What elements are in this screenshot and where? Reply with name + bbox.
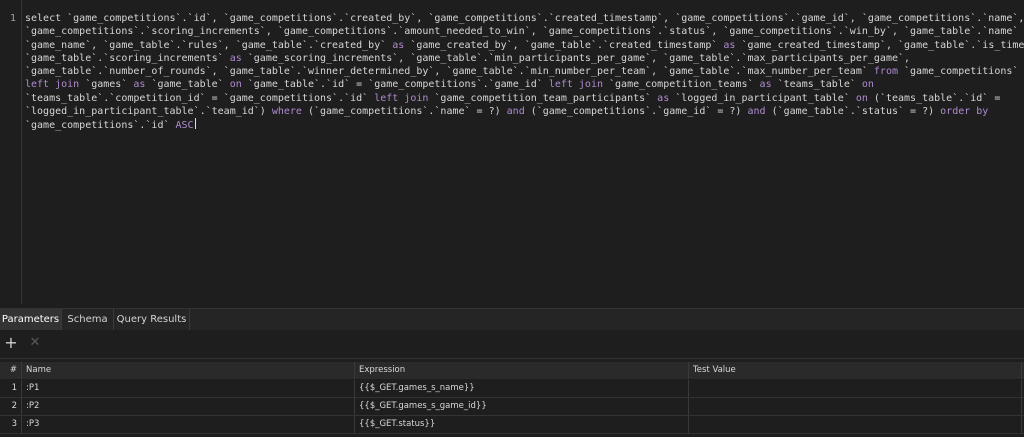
plus-icon: + <box>4 333 18 352</box>
header-num: # <box>0 362 22 379</box>
param-name-cell[interactable]: :P3 <box>22 416 355 433</box>
sql-text: `game_table`.`scoring_increments` <box>25 52 230 64</box>
table-row[interactable]: 2 :P2 {{$_GET.games_s_game_id}} <box>0 398 1024 416</box>
header-expression[interactable]: Expression <box>355 362 689 379</box>
sql-text: (`game_table`.`status` = ?) <box>765 106 941 118</box>
tab-schema[interactable]: Schema <box>62 309 114 330</box>
sql-keyword: on <box>229 79 242 91</box>
sql-keyword: and <box>506 106 525 118</box>
sql-keyword: where <box>271 106 302 118</box>
sql-text: `logged_in_participant_table` <box>669 92 856 104</box>
tab-parameters[interactable]: Parameters <box>0 309 62 330</box>
sql-text: `game_competition_team_participants` <box>428 92 658 104</box>
parameters-toolbar: + ✕ <box>0 330 1024 359</box>
sql-text: `game_name`, `game_table`.`rules`, `game… <box>25 39 393 51</box>
remove-parameter-button[interactable]: ✕ <box>26 334 44 352</box>
sql-keyword: on <box>861 79 874 91</box>
sql-keyword: left join <box>374 92 429 104</box>
sql-text: `game_created_by`, `game_table`.`created… <box>404 39 724 51</box>
sql-text: (`game_competitions`.`game_id` = ?) <box>524 106 748 118</box>
sql-text: `logged_in_participant_table`.`team_id`) <box>25 106 272 118</box>
code-line[interactable]: `game_competitions`.`id` ASC <box>25 118 1015 131</box>
sql-keyword: as <box>723 39 736 51</box>
sql-text: `game_competition_teams` <box>603 79 760 91</box>
sql-text: `game_table` <box>145 79 230 91</box>
sql-text: `game_table`.`id` = `game_competitions`.… <box>241 79 549 91</box>
sql-editor[interactable]: 1 select `game_competitions`.`id`, `game… <box>0 0 1024 304</box>
param-test-value-cell[interactable] <box>689 416 1022 433</box>
sql-text: select `game_competitions`.`id`, `game_c… <box>25 13 1024 24</box>
sql-code[interactable]: select `game_competitions`.`id`, `game_c… <box>25 12 1024 132</box>
table-row[interactable]: 1 :P1 {{$_GET.games_s_name}} <box>0 380 1024 398</box>
code-line[interactable]: `game_table`.`number_of_rounds`, `game_t… <box>25 65 1019 78</box>
sql-text: `game_table`.`number_of_rounds`, `game_t… <box>25 66 874 78</box>
header-test-value[interactable]: Test Value <box>689 362 1022 379</box>
sql-keyword: left join <box>25 79 80 91</box>
sql-text: `games` <box>79 79 134 91</box>
sql-keyword: as <box>229 52 242 64</box>
param-name-cell[interactable]: :P2 <box>22 398 355 415</box>
sql-keyword: as <box>133 79 146 91</box>
panel-tabs: Parameters Schema Query Results <box>0 308 1024 331</box>
code-line[interactable]: `teams_table`.`competition_id` = `game_c… <box>25 92 1015 105</box>
add-parameter-button[interactable]: + <box>2 334 20 352</box>
text-cursor <box>194 118 196 130</box>
table-header-row: # Name Expression Test Value <box>0 362 1024 379</box>
sql-text: `game_competitions` <box>898 66 1019 78</box>
close-icon: ✕ <box>29 335 41 350</box>
code-line[interactable]: `game_competitions`.`scoring_increments`… <box>25 25 1018 38</box>
sql-text: `game_competitions`.`scoring_increments`… <box>25 26 1024 38</box>
param-expression-cell[interactable]: {{$_GET.games_s_game_id}} <box>355 398 689 415</box>
sql-keyword: from <box>873 66 898 78</box>
row-num: 2 <box>0 398 22 415</box>
param-test-value-cell[interactable] <box>689 380 1022 397</box>
tab-query-results[interactable]: Query Results <box>114 309 190 330</box>
sql-keyword: order by <box>940 106 989 118</box>
row-num: 3 <box>0 416 22 433</box>
row-num: 1 <box>0 380 22 397</box>
table-row[interactable]: 3 :P3 {{$_GET.status}} <box>0 416 1024 434</box>
sql-keyword: left join <box>548 79 603 91</box>
sql-keyword: as <box>657 92 670 104</box>
sql-text: `game_competitions`.`id` <box>25 120 176 132</box>
sql-text: (`teams_table`.`id` = <box>867 92 1001 104</box>
sql-keyword: as <box>759 79 772 91</box>
sql-text: `teams_table` <box>771 79 862 91</box>
sql-keyword: as <box>392 39 405 51</box>
sql-keyword: ASC <box>175 120 194 132</box>
param-test-value-cell[interactable] <box>689 398 1022 415</box>
line-gutter: 1 <box>0 0 22 304</box>
sql-keyword: and <box>747 106 766 118</box>
param-name-cell[interactable]: :P1 <box>22 380 355 397</box>
code-line[interactable]: `logged_in_participant_table`.`team_id`)… <box>25 105 1015 118</box>
code-line[interactable]: select `game_competitions`.`id`, `game_c… <box>25 12 1024 25</box>
sql-text: `game_scoring_increments`, `game_table`.… <box>241 52 911 64</box>
code-line[interactable]: `game_table`.`scoring_increments` as `ga… <box>25 52 1015 65</box>
code-line[interactable]: `game_name`, `game_table`.`rules`, `game… <box>25 39 1024 52</box>
param-expression-cell[interactable]: {{$_GET.games_s_name}} <box>355 380 689 397</box>
sql-text: `teams_table`.`competition_id` = `game_c… <box>25 92 375 104</box>
sql-keyword: on <box>855 92 868 104</box>
line-number: 1 <box>10 13 17 24</box>
code-line[interactable]: left join `games` as `game_table` on `ga… <box>25 78 1015 91</box>
sql-text: (`game_competitions`.`name` = ?) <box>301 106 507 118</box>
param-expression-cell[interactable]: {{$_GET.status}} <box>355 416 689 433</box>
header-name[interactable]: Name <box>22 362 355 379</box>
sql-text: `game_created_timestamp`, `game_table`.`… <box>735 39 1024 51</box>
